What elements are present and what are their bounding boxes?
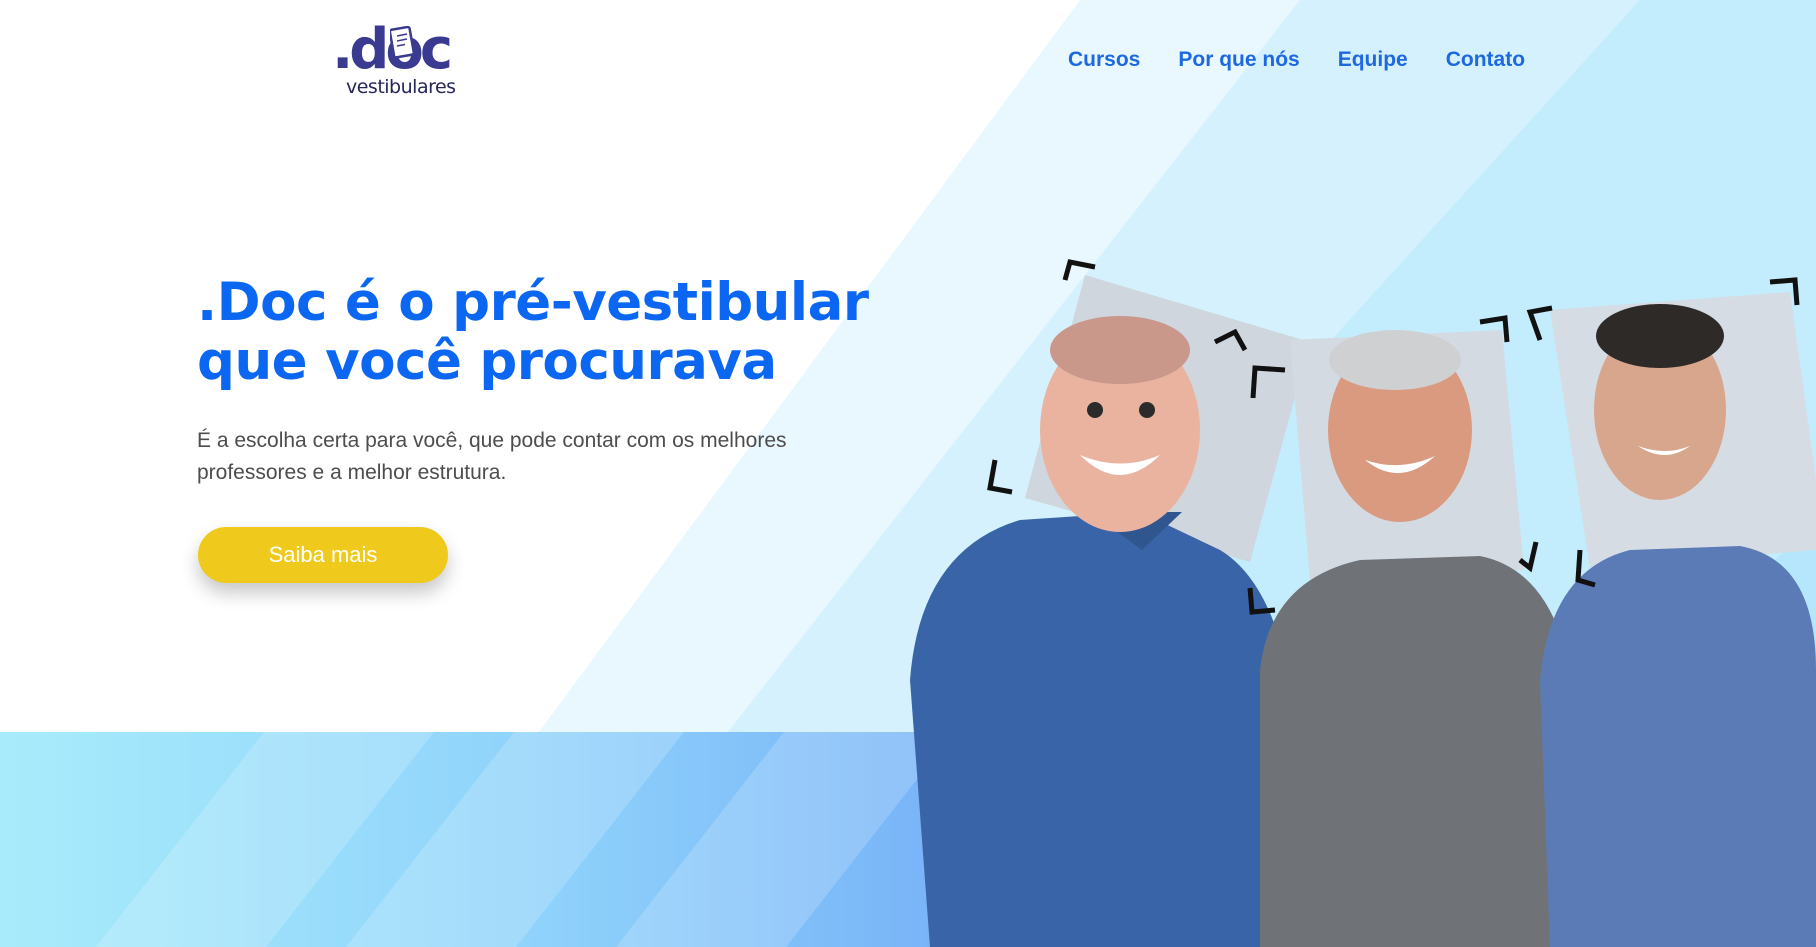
nav-link-cursos[interactable]: Cursos <box>1068 48 1140 72</box>
teacher-middle <box>1260 330 1595 947</box>
teachers-photo <box>910 259 1816 947</box>
site-header: .doc vestibulares Cursos Por que nós Equ… <box>0 0 1816 125</box>
nav-link-por-que-nos[interactable]: Por que nós <box>1178 48 1299 72</box>
nav-link-contato[interactable]: Contato <box>1446 48 1525 72</box>
main-nav: Cursos Por que nós Equipe Contato <box>1068 48 1525 72</box>
hero-title: .Doc é o pré-vestibular que você procura… <box>197 273 897 391</box>
saiba-mais-button[interactable]: Saiba mais <box>198 527 448 583</box>
nav-link-equipe[interactable]: Equipe <box>1338 48 1408 72</box>
logo-subtitle: vestibulares <box>346 76 456 98</box>
hero-subtitle-line2: professores e a melhor estrutura. <box>197 461 507 484</box>
hero-subtitle-line1: É a escolha certa para você, que pode co… <box>197 429 787 452</box>
hero-title-line1: .Doc é o pré-vestibular <box>197 272 869 333</box>
teacher-right <box>1540 292 1816 947</box>
site-logo[interactable]: .doc vestibulares <box>332 22 462 104</box>
document-icon <box>390 26 416 59</box>
hero-subtitle: É a escolha certa para você, que pode co… <box>197 425 837 489</box>
hero-title-line2: que você procurava <box>197 331 777 392</box>
